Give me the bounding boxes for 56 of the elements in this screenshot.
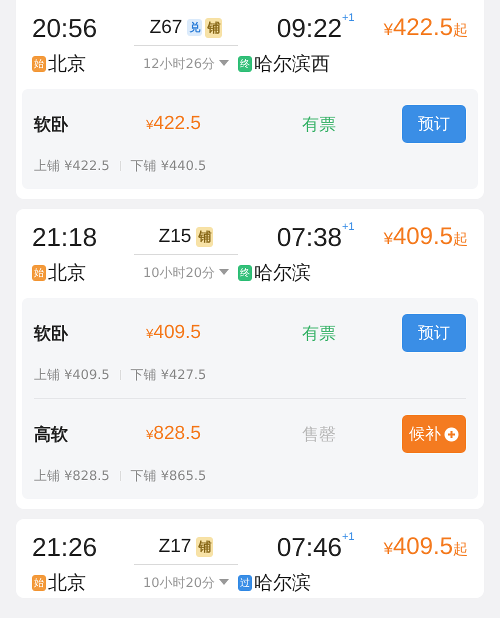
train-number: Z15 <box>158 226 192 248</box>
caret-icon <box>219 269 230 276</box>
plus-icon <box>444 426 459 442</box>
berth-price: 上铺 ¥409.5 <box>34 367 110 384</box>
origin-station: 北京 <box>48 260 86 286</box>
berth-price: 下铺 ¥427.5 <box>130 367 206 384</box>
arrival-time: 07:38 <box>276 222 342 252</box>
ticket-status: 有票 <box>302 322 337 344</box>
book-button[interactable]: 预订 <box>402 314 466 352</box>
caret-icon <box>219 60 230 67</box>
ticket-status: 售罄 <box>302 424 337 446</box>
departure-time: 21:18 <box>32 222 98 252</box>
lowest-price: ¥409.5起 <box>384 533 468 561</box>
seat-class: 软卧 <box>34 114 70 136</box>
station-tag: 终 <box>238 56 252 72</box>
lowest-price: ¥409.5起 <box>384 223 468 251</box>
destination-station: 哈尔滨 <box>254 570 311 596</box>
ticket-status: 有票 <box>302 114 337 136</box>
station-tag: 始 <box>32 574 46 590</box>
caret-icon <box>219 579 230 586</box>
arrival-time: 07:46 <box>276 532 342 562</box>
seat-class: 高软 <box>34 424 69 446</box>
destination-station: 哈尔滨 <box>254 260 311 286</box>
departure-time: 20:56 <box>32 12 98 44</box>
station-tag: 终 <box>238 264 252 280</box>
day-offset: +1 <box>342 531 356 543</box>
seat-price: ¥409.5 <box>146 322 202 344</box>
day-offset: +1 <box>342 221 356 233</box>
departure-time: 21:26 <box>32 532 98 562</box>
train-number: Z17 <box>158 536 192 558</box>
book-button[interactable]: 预订 <box>402 105 466 143</box>
duration-toggle[interactable]: 12小时26分 <box>134 54 238 72</box>
arrival-time: 09:22 <box>276 12 342 44</box>
berth-price: 上铺 ¥422.5 <box>34 158 110 175</box>
train-number: Z67 <box>150 16 182 38</box>
berth-price: 下铺 ¥865.5 <box>130 468 206 485</box>
origin-station: 北京 <box>48 52 86 76</box>
train-badge: 兑 <box>187 19 202 36</box>
train-badge: 铺 <box>196 226 214 246</box>
station-tag: 始 <box>32 56 46 72</box>
lowest-price: ¥422.5起 <box>384 14 468 42</box>
train-badge: 铺 <box>205 18 222 38</box>
day-offset: +1 <box>342 12 356 24</box>
origin-station: 北京 <box>48 570 86 596</box>
waitlist-button[interactable]: 候补 <box>402 415 466 453</box>
berth-price: 上铺 ¥828.5 <box>34 468 110 485</box>
train-badge: 铺 <box>196 536 214 556</box>
berth-price: 下铺 ¥440.5 <box>130 158 206 175</box>
duration-toggle[interactable]: 10小时20分 <box>134 264 238 282</box>
duration-toggle[interactable]: 10小时20分 <box>134 574 238 592</box>
station-tag: 过 <box>238 574 252 590</box>
seat-price: ¥422.5 <box>146 113 202 135</box>
seat-class: 软卧 <box>34 322 70 344</box>
destination-station: 哈尔滨西 <box>254 52 330 76</box>
seat-price: ¥828.5 <box>146 423 202 445</box>
station-tag: 始 <box>32 264 46 280</box>
